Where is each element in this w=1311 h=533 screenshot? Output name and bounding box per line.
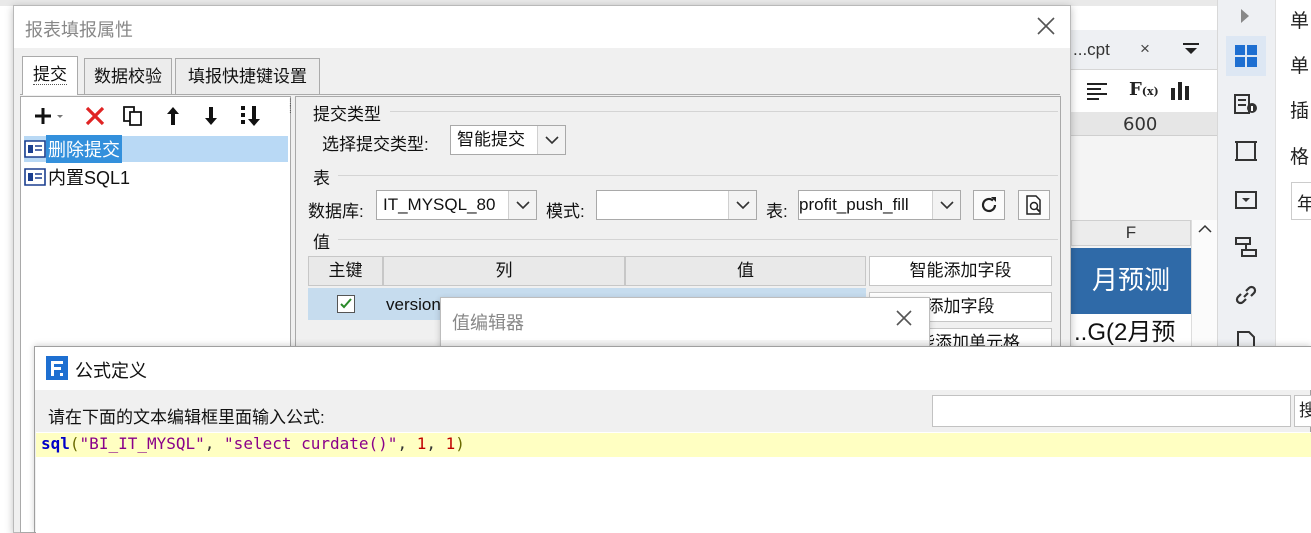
- close-icon[interactable]: [1036, 16, 1056, 36]
- formula-separator: ,: [397, 434, 417, 453]
- preview-table-icon[interactable]: [1018, 190, 1050, 220]
- refresh-icon[interactable]: [973, 190, 1005, 220]
- expand-arrow-icon[interactable]: [1239, 8, 1251, 24]
- table-label: 表:: [766, 202, 788, 221]
- dialog-title-bar: [14, 6, 1070, 48]
- section-divider: [390, 111, 1058, 112]
- dialog-title: 报表填报属性: [25, 20, 133, 40]
- cell-properties-icon[interactable]: [1226, 36, 1266, 76]
- formula-arg-database: "BI_IT_MYSQL": [79, 434, 205, 453]
- column-header-f[interactable]: F: [1071, 220, 1191, 246]
- tree-item-delete-submit[interactable]: 删除提交: [24, 135, 288, 163]
- tab-data-validation[interactable]: 数据校验: [84, 58, 172, 94]
- chevron-down-icon[interactable]: [728, 191, 756, 219]
- smart-add-fields-button[interactable]: 智能添加字段: [869, 256, 1052, 286]
- tab-fill-shortcuts[interactable]: 填报快捷键设置: [175, 58, 320, 94]
- formula-paren: (: [69, 434, 80, 453]
- submit-item-icon: [24, 168, 46, 186]
- section-divider: [338, 239, 1058, 240]
- submit-type-value: 智能提交: [457, 130, 525, 149]
- formula-icon[interactable]: F(x): [1129, 79, 1159, 100]
- dialog-title: 公式定义: [75, 361, 147, 381]
- table-select[interactable]: profit_push_fill: [798, 190, 961, 220]
- ruler-mark: 600: [1123, 114, 1158, 135]
- formula-separator: ,: [426, 434, 446, 453]
- database-value: IT_MYSQL_80: [383, 195, 496, 214]
- formula-arg-column: 1: [445, 434, 456, 453]
- attribute-label-1: 单: [1290, 11, 1310, 32]
- move-up-icon[interactable]: [160, 102, 186, 130]
- add-icon[interactable]: [30, 102, 70, 130]
- formula-text[interactable]: sql("BI_IT_MYSQL", "select curdate()", 1…: [41, 433, 465, 455]
- section-divider: [338, 175, 1058, 176]
- row-column-name: version: [386, 295, 441, 314]
- submit-type-label: 选择提交类型:: [322, 135, 429, 154]
- chevron-down-icon[interactable]: [537, 126, 565, 154]
- formula-arg-row: 1: [416, 434, 427, 453]
- tab-submit[interactable]: 提交: [22, 56, 78, 95]
- table-section-label: 表: [313, 169, 330, 188]
- attribute-label-3: 插: [1290, 101, 1310, 122]
- formula-paren: ): [455, 434, 465, 453]
- file-tab-label[interactable]: ...cpt: [1073, 40, 1110, 60]
- chevron-down-icon[interactable]: [508, 191, 536, 219]
- formula-function: sql: [41, 434, 70, 453]
- toolbar-overflow-icon[interactable]: ⁞ ⁞: [289, 99, 292, 116]
- app-logo-icon: [46, 356, 68, 380]
- database-select[interactable]: IT_MYSQL_80: [376, 190, 537, 220]
- attribute-label-2: 单: [1290, 56, 1310, 77]
- move-bottom-icon[interactable]: [236, 102, 266, 130]
- tree-item-label: 删除提交: [46, 135, 122, 163]
- file-tab-close-icon[interactable]: ×: [1140, 39, 1150, 59]
- condition-icon[interactable]: [1226, 227, 1266, 267]
- attribute-label-4: 格: [1290, 147, 1310, 168]
- table-value: profit_push_fill: [799, 195, 909, 214]
- dialog-title-bar: [35, 347, 1311, 390]
- tab-menu-icon[interactable]: [1181, 40, 1201, 60]
- function-search-input[interactable]: [932, 395, 1291, 427]
- format-toolbar: F(x): [1071, 70, 1217, 112]
- tree-item-builtin-sql[interactable]: 内置SQL1: [24, 164, 132, 190]
- database-label: 数据库:: [308, 202, 364, 221]
- search-button[interactable]: 搜: [1294, 395, 1311, 427]
- primary-key-checkbox[interactable]: [337, 295, 355, 313]
- move-down-icon[interactable]: [198, 102, 224, 130]
- close-icon[interactable]: [895, 309, 913, 327]
- chart-icon[interactable]: [1170, 80, 1192, 100]
- cell-info-icon[interactable]: [1226, 84, 1266, 124]
- align-icon[interactable]: [1087, 82, 1107, 100]
- tab-submit-label: 提交: [33, 65, 67, 85]
- delete-icon[interactable]: [82, 102, 108, 130]
- column-header-primary-key[interactable]: 主键: [308, 256, 383, 286]
- tree-item-label: 内置SQL1: [48, 168, 131, 188]
- formula-arg-query: "select curdate()": [224, 434, 398, 453]
- submit-item-icon: [24, 140, 46, 158]
- formula-prompt: 请在下面的文本编辑框里面输入公式:: [48, 408, 325, 427]
- border-icon[interactable]: [1226, 131, 1266, 171]
- submit-type-section-label: 提交类型: [313, 105, 381, 124]
- widget-icon[interactable]: [1226, 180, 1266, 220]
- submit-type-select[interactable]: 智能提交: [450, 125, 566, 155]
- tab-strip-border: [20, 94, 1060, 95]
- chevron-down-icon[interactable]: [932, 191, 960, 219]
- dialog-title: 值编辑器: [452, 313, 524, 333]
- column-header-column[interactable]: 列: [383, 256, 625, 286]
- schema-select[interactable]: [596, 190, 757, 220]
- copy-icon[interactable]: [120, 102, 146, 130]
- hyperlink-icon[interactable]: [1226, 275, 1266, 315]
- schema-label: 模式:: [546, 202, 585, 221]
- attribute-field[interactable]: 年: [1291, 182, 1311, 220]
- value-section-label: 值: [313, 233, 330, 252]
- sheet-cell-forecast[interactable]: 月预测: [1071, 248, 1191, 314]
- column-header-value[interactable]: 值: [625, 256, 866, 286]
- formula-separator: ,: [204, 434, 225, 453]
